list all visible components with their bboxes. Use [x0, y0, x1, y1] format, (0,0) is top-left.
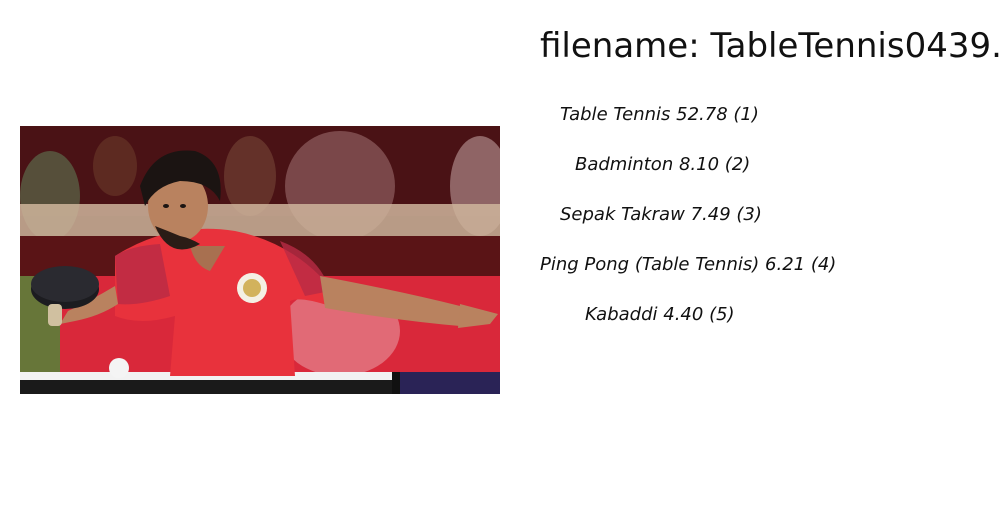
prediction-score: 52.78 — [676, 104, 728, 125]
filename-heading: filename: TableTennis0439.jpg — [540, 24, 1000, 68]
prediction-rank: (3) — [736, 204, 762, 225]
filename-label: filename: — [540, 26, 700, 66]
photo-illustration — [20, 126, 500, 394]
prediction-row-3: Sepak Takraw 7.49 (3) — [560, 198, 762, 232]
prediction-row-4: Ping Pong (Table Tennis) 6.21 (4) — [540, 248, 836, 282]
prediction-label: Sepak Takraw — [560, 204, 685, 225]
prediction-row-1: Table Tennis 52.78 (1) — [560, 98, 759, 132]
prediction-score: 7.49 — [690, 204, 731, 225]
prediction-label: Kabaddi — [585, 304, 658, 325]
table-tennis-photo — [20, 126, 500, 394]
prediction-label: Badminton — [575, 154, 674, 175]
filename-value: TableTennis0439.jpg — [710, 26, 1000, 66]
prediction-rank: (4) — [810, 254, 837, 275]
prediction-label: Table Tennis — [560, 104, 671, 125]
prediction-score: 4.40 — [663, 304, 704, 325]
prediction-row-2: Badminton 8.10 (2) — [575, 148, 750, 182]
prediction-score: 6.21 — [765, 254, 806, 275]
prediction-label: Ping Pong (Table Tennis) — [540, 254, 760, 275]
prediction-score: 8.10 — [678, 154, 720, 175]
prediction-rank: (5) — [709, 304, 735, 325]
prediction-rank: (1) — [733, 104, 759, 125]
prediction-row-5: Kabaddi 4.40 (5) — [585, 298, 735, 332]
prediction-rank: (2) — [724, 154, 751, 175]
